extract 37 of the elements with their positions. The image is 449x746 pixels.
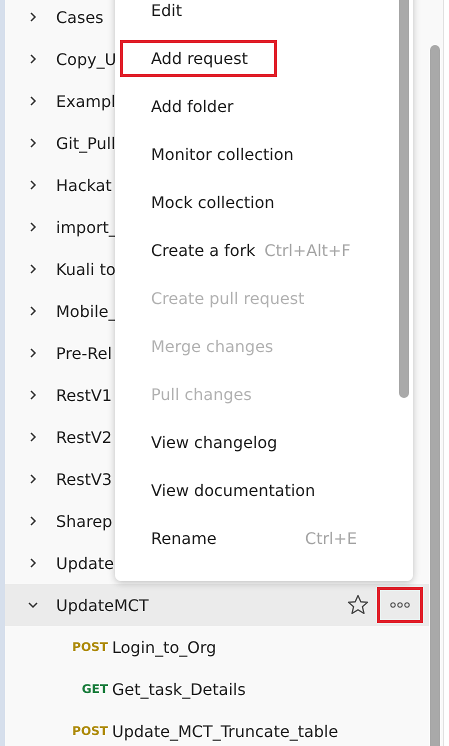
collection-name[interactable]: Update <box>56 554 114 572</box>
collection-name[interactable]: Kuali to <box>56 260 116 278</box>
collection-name[interactable]: RestV1 <box>56 386 112 404</box>
request-name[interactable]: Get_task_Details <box>112 680 246 698</box>
collection-name[interactable]: Exampl <box>56 92 116 110</box>
menu-item[interactable]: Create a fork Ctrl+Alt+F <box>115 226 413 274</box>
request-name[interactable]: Login_to_Org <box>112 638 216 656</box>
method-label: POST <box>71 640 109 654</box>
collection-name[interactable]: Pre-Rel <box>56 344 112 362</box>
collection-name[interactable]: Hackat <box>56 176 112 194</box>
menu-item[interactable]: Rename Ctrl+E <box>115 514 413 562</box>
request-name[interactable]: Update_MCT_Truncate_table <box>112 722 338 740</box>
collection-name[interactable]: import_ <box>56 218 117 236</box>
star-icon <box>347 594 369 616</box>
collection-name[interactable]: RestV3 <box>56 470 112 488</box>
menu-item[interactable]: View documentation <box>115 466 413 514</box>
more-button[interactable] <box>377 587 423 623</box>
method-label: POST <box>71 724 109 738</box>
shortcut-text: Ctrl+Alt+F <box>264 240 351 260</box>
collection-name[interactable]: Mobile_ <box>56 302 116 320</box>
more-icon <box>390 602 410 608</box>
collection-name[interactable]: Cases <box>56 8 104 26</box>
menu-item[interactable]: Mock collection <box>115 178 413 226</box>
menu-item[interactable]: Add folder <box>115 82 413 130</box>
menu-item[interactable]: Add request <box>115 34 413 82</box>
menu-item[interactable]: Monitor collection <box>115 130 413 178</box>
menu-item[interactable]: Edit <box>115 0 413 34</box>
collection-name[interactable]: UpdateMCT <box>56 596 149 614</box>
shortcut-text: Ctrl+E <box>305 528 357 548</box>
collection-name[interactable]: Sharep <box>56 512 112 530</box>
scrollbar-thumb[interactable] <box>430 45 440 746</box>
collection-name[interactable]: Git_Pull <box>56 134 116 152</box>
menu-item[interactable]: View changelog <box>115 418 413 466</box>
collection-name[interactable]: RestV2 <box>56 428 112 446</box>
method-label: GET <box>80 682 109 696</box>
scrollbar-thumb[interactable] <box>399 0 409 398</box>
collection-name[interactable]: Copy_U <box>56 50 116 68</box>
